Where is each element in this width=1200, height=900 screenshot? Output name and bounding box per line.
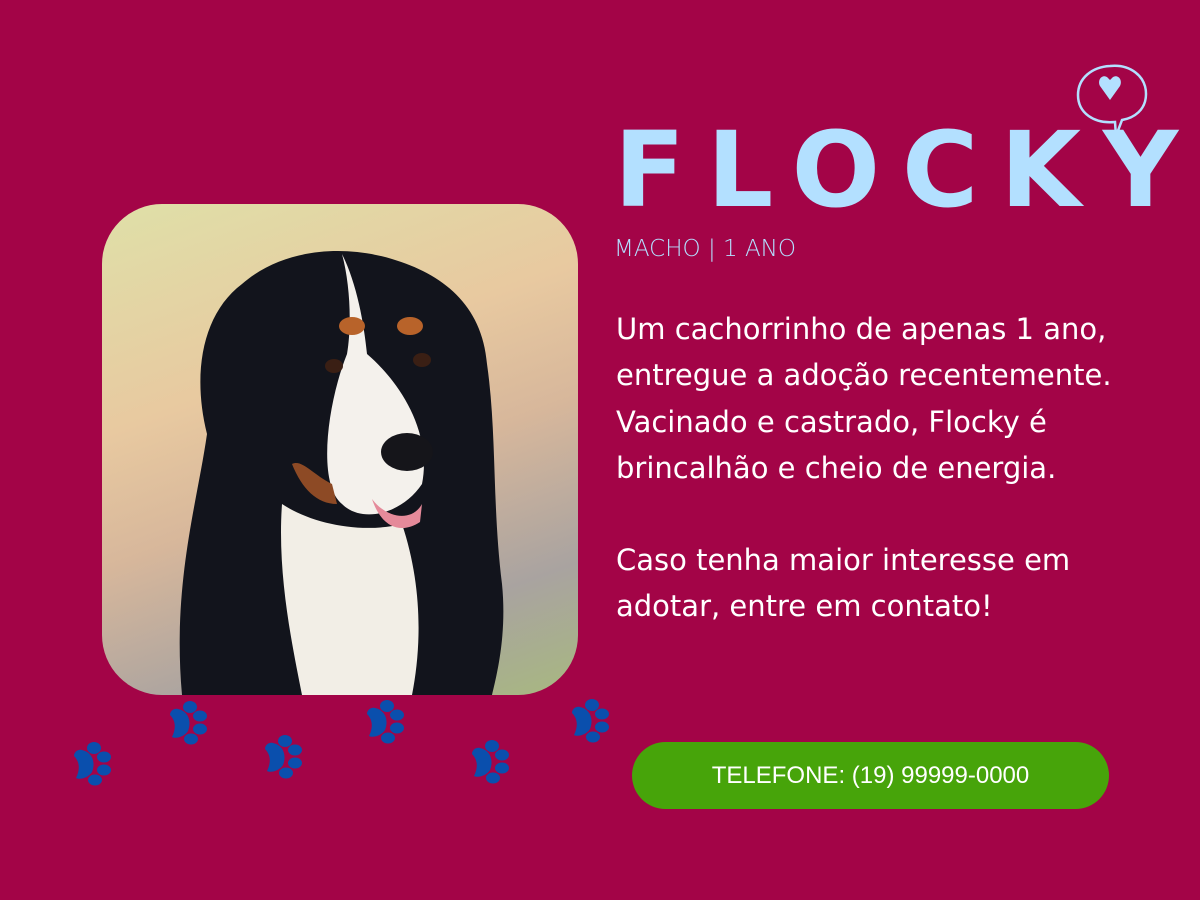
description-intro: Um cachorrinho de apenas 1 ano, entregue… <box>616 312 1112 393</box>
paw-print-icon <box>572 699 609 743</box>
paw-print-icon <box>265 735 302 779</box>
phone-button[interactable]: TELEFONE: (19) 99999-0000 <box>632 742 1109 809</box>
heart-speech-bubble-icon <box>1076 64 1148 137</box>
paw-print-icon <box>170 701 207 745</box>
dog-illustration <box>179 251 504 695</box>
paw-print-icon <box>74 742 111 786</box>
description-traits: Vacinado e castrado, Flocky é brincalhão… <box>616 404 1057 485</box>
paw-print-icon <box>472 740 509 784</box>
pet-description: Um cachorrinho de apenas 1 ano, entregue… <box>616 306 1136 630</box>
paw-print-icon <box>367 700 404 744</box>
pet-gender-age: MACHO | 1 ANO <box>614 236 796 262</box>
description-contact: Caso tenha maior interesse em adotar, en… <box>616 543 1071 624</box>
dog-photo <box>102 204 578 695</box>
